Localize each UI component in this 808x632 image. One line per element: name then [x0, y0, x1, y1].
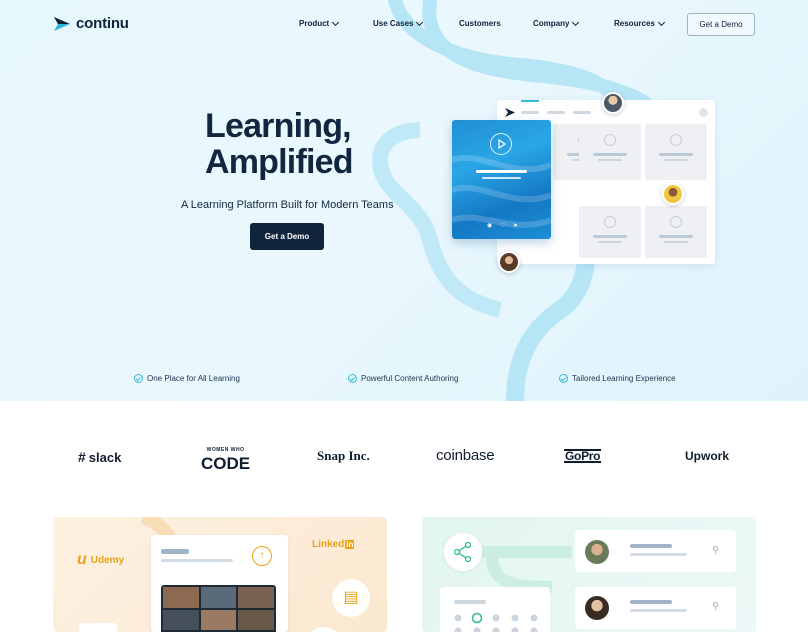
logo-women-who-code: WOMEN WHO CODE — [201, 445, 250, 472]
video-call-grid — [161, 585, 276, 632]
hero-section: continu Product Use Cases Customers Comp… — [0, 0, 808, 401]
nav-product[interactable]: Product — [299, 18, 340, 28]
mock-course-card — [645, 124, 707, 180]
avatar — [585, 540, 609, 564]
card-actions-icon: ◉ ♡ ➤ — [487, 223, 521, 229]
upload-panel: ↑ — [151, 535, 288, 632]
get-demo-nav-button[interactable]: Get a Demo — [687, 13, 755, 36]
udemy-logo: u Udemy — [77, 551, 124, 569]
chevron-down-icon — [657, 18, 665, 26]
video-tile — [163, 587, 199, 608]
udemy-label: Udemy — [90, 554, 125, 566]
logo-gopro: GoPro — [564, 449, 602, 463]
card-subtitle-line — [482, 177, 521, 179]
user-row[interactable]: ⚲ — [575, 530, 736, 572]
sharing-card: ⚲ ⚲ — [422, 517, 756, 632]
calendar-widget — [440, 587, 550, 632]
feature-item: One Place for All Learning — [134, 374, 240, 383]
card-title-line — [476, 170, 527, 173]
calendar-dots — [454, 612, 538, 632]
book-icon[interactable]: ▤ — [332, 579, 370, 617]
feature-item: Tailored Learning Experience — [559, 374, 676, 383]
linkedin-in-icon: in — [345, 540, 355, 549]
share-icon[interactable] — [444, 533, 482, 571]
avatar — [585, 596, 609, 620]
mock-course-card — [645, 206, 707, 258]
nav-use-cases[interactable]: Use Cases — [373, 18, 424, 28]
chevron-down-icon — [416, 18, 424, 26]
location-pin-icon: ⚲ — [712, 545, 720, 556]
logo-text: slack — [88, 449, 122, 465]
video-tile — [238, 609, 274, 630]
upload-icon[interactable]: ↑ — [252, 546, 272, 566]
check-icon — [348, 374, 357, 383]
video-tile — [163, 609, 199, 630]
video-tile — [200, 609, 237, 630]
nav-resources[interactable]: Resources — [614, 18, 665, 28]
mock-course-card — [579, 124, 641, 180]
hero-title: Learning, Amplified — [205, 107, 354, 181]
video-tile — [200, 587, 237, 608]
mock-logo-icon — [505, 108, 515, 117]
avatar — [662, 183, 684, 205]
play-icon[interactable] — [490, 133, 512, 155]
user-role-line — [630, 609, 687, 612]
linkedin-label: Linked — [312, 539, 345, 550]
nav-label: Company — [533, 19, 570, 28]
logo-snap: Snap Inc. — [317, 448, 370, 463]
slack-hash-icon: # — [78, 449, 86, 465]
nav-label: Resources — [614, 19, 655, 28]
badge — [79, 623, 117, 632]
integrations-card: u Udemy Linked in ↑ ▤ — [53, 517, 387, 632]
get-demo-hero-button[interactable]: Get a Demo — [250, 223, 324, 250]
avatar — [602, 92, 624, 114]
feature-label: One Place for All Learning — [147, 374, 240, 383]
mock-course-card — [579, 206, 641, 258]
logo-text: CODE — [201, 454, 251, 473]
mock-nav-line — [573, 111, 591, 114]
nav-label: Use Cases — [373, 19, 414, 28]
brand-name: continu — [76, 15, 129, 32]
logo-upwork: Upwork — [685, 449, 730, 463]
hero-subtitle: A Learning Platform Built for Modern Tea… — [181, 199, 394, 211]
mock-nav-line — [521, 111, 539, 114]
nav-company[interactable]: Company — [533, 18, 580, 28]
check-icon — [134, 374, 143, 383]
feature-label: Tailored Learning Experience — [572, 374, 676, 383]
continu-logo-icon — [54, 16, 70, 31]
brand-logo[interactable]: continu — [53, 15, 129, 32]
logo-coinbase: coinbase — [436, 447, 495, 464]
chevron-down-icon — [572, 18, 580, 26]
nav-label: Customers — [459, 19, 501, 28]
hero-title-line2: Amplified — [205, 143, 354, 181]
feature-label: Powerful Content Authoring — [361, 374, 459, 383]
avatar — [498, 251, 520, 273]
udemy-icon: u — [77, 551, 87, 568]
linkedin-logo: Linked in — [312, 539, 355, 550]
video-tile — [238, 587, 274, 608]
video-course-card[interactable]: ◉ ♡ ➤ — [452, 120, 551, 239]
user-name-line — [630, 544, 672, 548]
user-role-line — [630, 553, 687, 556]
check-icon — [559, 374, 568, 383]
nav-label: Product — [299, 19, 330, 28]
mock-nav-line — [547, 111, 565, 114]
mock-menu-dot — [699, 108, 708, 117]
hero-title-line1: Learning, — [205, 107, 352, 145]
nav-customers[interactable]: Customers — [459, 19, 501, 28]
panel-title-line — [161, 549, 189, 554]
chevron-down-icon — [332, 18, 340, 26]
panel-sub-line — [161, 559, 233, 562]
logo-slack: # slack — [78, 449, 121, 465]
feature-item: Powerful Content Authoring — [348, 374, 458, 383]
mock-tab-indicator — [521, 100, 539, 102]
user-name-line — [630, 600, 672, 604]
location-pin-icon: ⚲ — [712, 601, 720, 612]
user-row[interactable]: ⚲ — [575, 587, 736, 629]
